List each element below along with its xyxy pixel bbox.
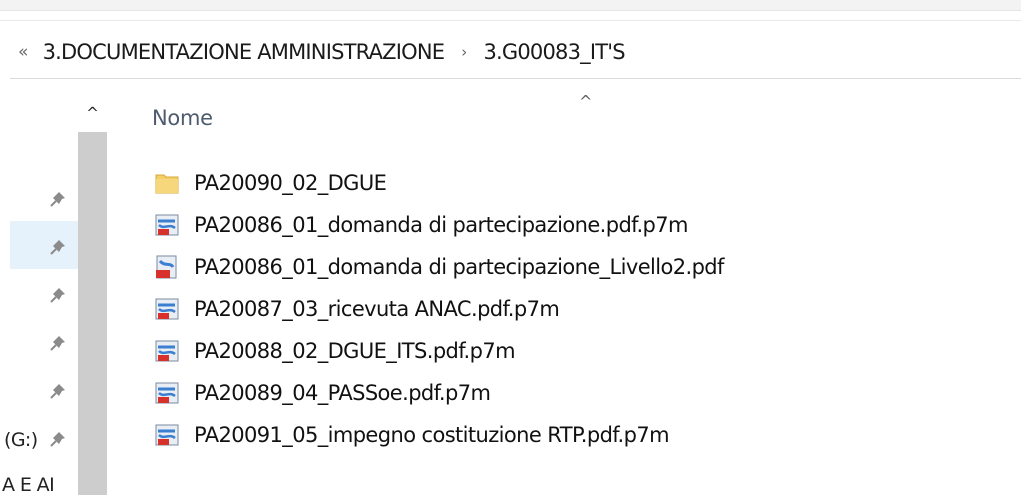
file-name[interactable]: PA20086_01_domanda di partecipazione.pdf… [194, 213, 688, 237]
p7m-file-icon [155, 298, 179, 320]
breadcrumb-segment-documentazione[interactable]: 3.DOCUMENTAZIONE AMMINISTRAZIONE [43, 40, 445, 64]
file-name[interactable]: PA20088_02_DGUE_ITS.pdf.p7m [194, 339, 516, 363]
title-bar-strip [0, 0, 1021, 11]
p7m-file-icon [155, 424, 179, 446]
p7m-file-icon [155, 340, 179, 362]
pin-icon[interactable] [47, 284, 69, 306]
file-name[interactable]: PA20087_03_ricevuta ANAC.pdf.p7m [194, 297, 560, 321]
address-bar[interactable]: « 3.DOCUMENTAZIONE AMMINISTRAZIONE › 3.G… [0, 26, 1021, 78]
file-row[interactable]: PA20087_03_ricevuta ANAC.pdf.p7m [150, 288, 724, 330]
pin-icon[interactable] [47, 332, 69, 354]
file-name[interactable]: PA20089_04_PASSoe.pdf.p7m [194, 381, 491, 405]
sort-ascending-icon: ^ [579, 92, 593, 111]
file-list: PA20090_02_DGUE PA20086_01_domanda di par… [150, 162, 724, 456]
file-row[interactable]: PA20086_01_domanda di partecipazione_Liv… [150, 246, 724, 288]
nav-item-drive-label[interactable]: (G:) [4, 429, 38, 451]
nav-scrollbar-thumb[interactable] [78, 132, 107, 495]
file-name[interactable]: PA20090_02_DGUE [194, 171, 387, 195]
file-row[interactable]: PA20089_04_PASSoe.pdf.p7m [150, 372, 724, 414]
nav-item-partial-label[interactable]: A E AI [2, 474, 55, 496]
pin-icon[interactable] [47, 236, 69, 258]
file-row[interactable]: PA20090_02_DGUE [150, 162, 724, 204]
file-name[interactable]: PA20086_01_domanda di partecipazione_Liv… [194, 255, 724, 279]
pin-icon[interactable] [47, 380, 69, 402]
pin-icon[interactable] [47, 428, 69, 450]
address-bar-border [10, 78, 1021, 79]
p7m-file-icon [155, 214, 179, 236]
breadcrumb-overflow-icon[interactable]: « [18, 42, 28, 62]
pin-icon[interactable] [47, 188, 69, 210]
breadcrumb-separator-icon[interactable]: › [461, 43, 467, 61]
file-row[interactable]: PA20086_01_domanda di partecipazione.pdf… [150, 204, 724, 246]
breadcrumb-segment-current[interactable]: 3.G00083_IT'S [483, 40, 625, 64]
file-name[interactable]: PA20091_05_impegno costituzione RTP.pdf.… [194, 423, 670, 447]
p7m-file-icon [155, 382, 179, 404]
column-header-name[interactable]: Nome [152, 106, 213, 130]
scroll-up-icon[interactable]: ^ [78, 95, 107, 131]
folder-icon [155, 174, 179, 194]
ribbon-divider [0, 20, 1021, 21]
file-row[interactable]: PA20091_05_impegno costituzione RTP.pdf.… [150, 414, 724, 456]
file-row[interactable]: PA20088_02_DGUE_ITS.pdf.p7m [150, 330, 724, 372]
pdf-file-icon [156, 255, 177, 279]
